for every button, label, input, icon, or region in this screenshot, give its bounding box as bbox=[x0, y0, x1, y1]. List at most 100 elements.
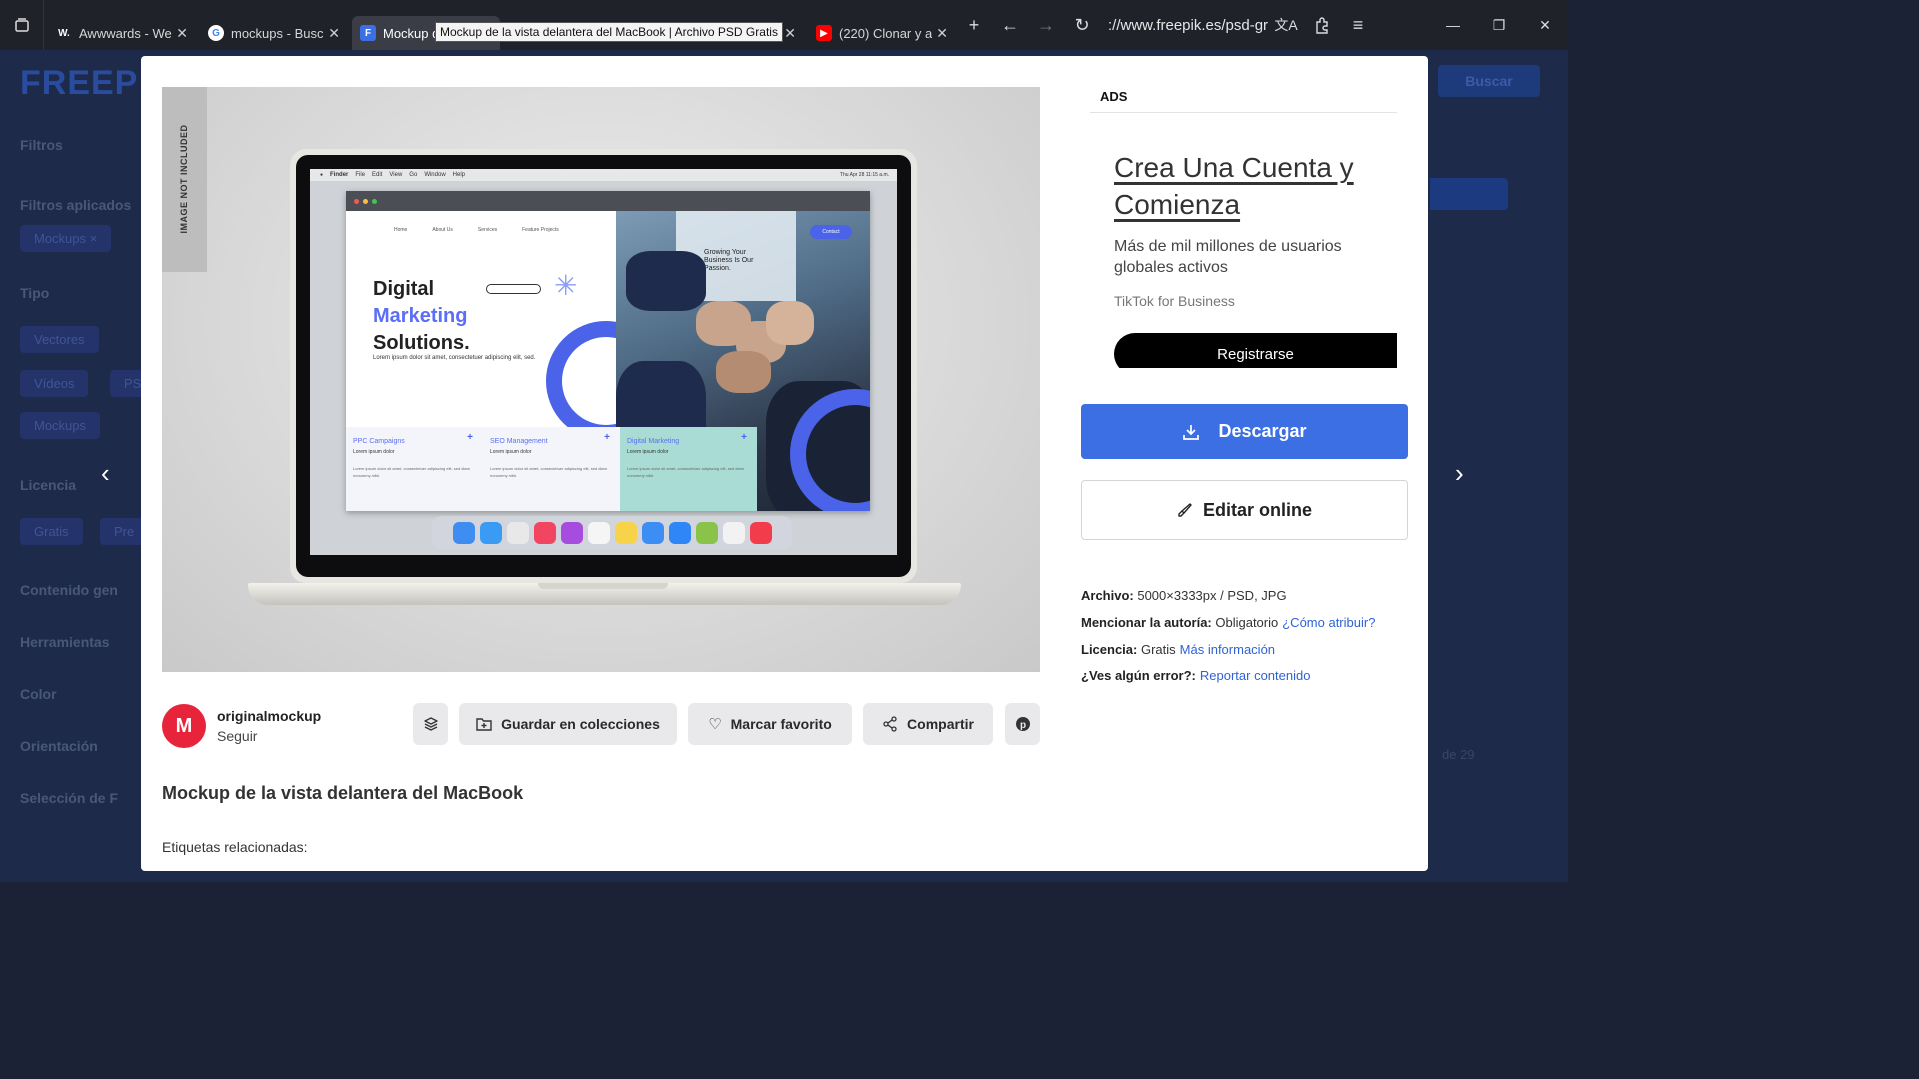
website-nav-item: About Us bbox=[432, 227, 453, 233]
resource-title: Mockup de la vista delantera del MacBook bbox=[162, 783, 524, 803]
author-meta: originalmockup Seguir bbox=[217, 708, 321, 744]
image-not-included-label: IMAGE NOT INCLUDED bbox=[179, 124, 189, 234]
tab-close-icon[interactable]: ✕ bbox=[176, 25, 188, 42]
ad-register-button[interactable]: Registrarse bbox=[1114, 333, 1397, 368]
tab-title: Awwwards - Web bbox=[79, 25, 173, 41]
background-filter-chip: Gratis bbox=[20, 518, 83, 545]
service-card: Digital Marketing Lorem ipsum dolor Lorem … bbox=[620, 427, 757, 511]
tab-title: (220) Clonar y act bbox=[839, 25, 933, 41]
plus-icon: + bbox=[467, 432, 473, 443]
traffic-light-zoom bbox=[372, 198, 377, 204]
service-card-title: SEO Management bbox=[490, 438, 548, 445]
extensions-icon[interactable] bbox=[1304, 0, 1340, 50]
layers-button[interactable] bbox=[413, 703, 448, 745]
address-bar[interactable]: ://www.freepik.es/psd-gra bbox=[1108, 17, 1268, 34]
new-tab-button[interactable]: + bbox=[956, 0, 992, 50]
dock-app-icon bbox=[614, 522, 637, 544]
search-label: Buscar bbox=[1465, 73, 1513, 89]
preview-image: IMAGE NOT INCLUDED ● Finder File Edit View Go… bbox=[162, 87, 1040, 672]
dock-app-icon bbox=[479, 522, 502, 544]
file-info-key: Archivo: bbox=[1081, 588, 1134, 603]
tab-tooltip: Mockup de la vista delantera del MacBook… bbox=[435, 22, 783, 42]
ad-subtitle: Más de mil millones de usuarios globales… bbox=[1114, 238, 1342, 276]
ad-banner[interactable]: Crea Una Cuenta y Comienza Más de mil mi… bbox=[1090, 112, 1397, 368]
browser-menu-icon[interactable]: ≡ bbox=[1340, 0, 1376, 50]
file-info-link[interactable]: Más información bbox=[1180, 642, 1275, 657]
background-filter-chip: Vídeos bbox=[20, 370, 89, 397]
layers-icon bbox=[423, 717, 438, 731]
dock-app-icon bbox=[533, 522, 556, 544]
author-name[interactable]: originalmockup bbox=[217, 708, 321, 724]
restore-button[interactable]: ❐ bbox=[1476, 0, 1522, 50]
author-avatar[interactable]: M bbox=[162, 704, 206, 748]
background-sidebar-item: Licencia bbox=[20, 477, 77, 493]
file-info-link[interactable]: Reportar contenido bbox=[1200, 668, 1311, 683]
file-info-value: 5000×3333px / PSD, JPG bbox=[1133, 588, 1287, 603]
save-to-collection-button[interactable]: Guardar en colecciones bbox=[459, 703, 677, 745]
ad-title[interactable]: Crea Una Cuenta y Comienza bbox=[1114, 149, 1384, 223]
browser-tab[interactable]: ▶ (220) Clonar y act ✕ bbox=[808, 16, 956, 50]
edit-online-button[interactable]: Editar online bbox=[1081, 480, 1408, 540]
browser-tab[interactable]: Gmockups - Buscar✕ bbox=[200, 16, 348, 50]
background-filter-chip: Vectores bbox=[20, 326, 99, 353]
plus-icon: + bbox=[604, 432, 610, 443]
service-card-title: PPC Campaigns bbox=[353, 438, 405, 445]
quote-text: Growing Your Business Is Our Passion. bbox=[704, 249, 754, 272]
fist-shape bbox=[716, 351, 771, 393]
forward-button[interactable]: → bbox=[1028, 0, 1064, 50]
arrow-graphic bbox=[486, 284, 541, 294]
download-label: Descargar bbox=[1218, 421, 1307, 441]
menubar-item: Finder bbox=[330, 172, 349, 178]
next-arrow[interactable]: › bbox=[1455, 458, 1464, 489]
mac-menubar: ● Finder File Edit View Go Window Help Thu Apr 2… bbox=[310, 169, 897, 181]
tab-actions-icon[interactable] bbox=[0, 0, 44, 50]
previous-arrow[interactable]: ‹ bbox=[101, 458, 110, 489]
share-icon bbox=[883, 716, 897, 732]
dock-app-icon bbox=[695, 522, 718, 544]
menubar-item: Help bbox=[452, 172, 465, 178]
folder-plus-icon bbox=[476, 718, 492, 731]
download-button[interactable]: Descargar bbox=[1081, 404, 1408, 459]
favorite-label: Marcar favorito bbox=[730, 716, 832, 732]
file-info-key: Mencionar la autoría: bbox=[1081, 615, 1212, 630]
file-info-row: Licencia: Gratis Más información bbox=[1081, 642, 1275, 657]
tab-favicon-icon: G bbox=[208, 25, 224, 41]
service-card-body: Lorem ipsum dolor sit amet, consectetuer… bbox=[353, 466, 470, 478]
service-card-title: Digital Marketing bbox=[627, 438, 680, 445]
tab-close-icon[interactable]: ✕ bbox=[328, 25, 340, 42]
share-button[interactable]: Compartir bbox=[863, 703, 993, 745]
website-nav-item: Feature Projects bbox=[522, 227, 559, 233]
window-close-button[interactable]: ✕ bbox=[1522, 0, 1568, 50]
ads-label: ADS bbox=[1100, 89, 1128, 104]
minimize-button[interactable]: — bbox=[1430, 0, 1476, 50]
browser-tab[interactable]: W. Awwwards - Web ✕ bbox=[48, 16, 196, 50]
translate-icon[interactable]: 文A bbox=[1268, 0, 1304, 50]
tab-close-icon[interactable]: ✕ bbox=[784, 25, 796, 42]
back-button[interactable]: ← bbox=[992, 0, 1028, 50]
tab-close-icon[interactable]: ✕ bbox=[936, 25, 948, 42]
service-card: PPC Campaigns Lorem ipsum dolor Lorem ipsu… bbox=[346, 427, 483, 511]
background-filter-chip: Mockups × bbox=[20, 225, 112, 252]
reload-button[interactable]: ↻ bbox=[1064, 0, 1100, 50]
modal-close-button[interactable]: ✕ bbox=[1308, 88, 1326, 114]
file-info-link[interactable]: ¿Cómo atribuir? bbox=[1282, 615, 1375, 630]
apple-logo-icon: ● bbox=[320, 172, 324, 178]
heart-icon: ♡ bbox=[708, 716, 722, 733]
file-info-value: Obligatorio bbox=[1211, 615, 1279, 630]
menubar-clock: Thu Apr 28 11:15 a.m. bbox=[839, 172, 889, 178]
camera-notch bbox=[557, 155, 623, 169]
background-filter-chip: Mockups bbox=[20, 412, 101, 439]
window-titlebar bbox=[346, 191, 870, 211]
background-sidebar-item: Selección de F bbox=[20, 790, 119, 806]
related-tags-label: Etiquetas relacionadas: bbox=[162, 839, 308, 855]
edit-online-label: Editar online bbox=[1202, 499, 1312, 520]
pinterest-button[interactable]: p bbox=[1005, 703, 1040, 745]
file-info-row: ¿Ves algún error?: Reportar contenido bbox=[1081, 668, 1310, 683]
background-sidebar-item: Orientación bbox=[20, 738, 98, 754]
ad-brand: TikTok for Business bbox=[1114, 293, 1235, 309]
follow-link[interactable]: Seguir bbox=[217, 728, 321, 744]
laptop-lid: ● Finder File Edit View Go Window Help Thu Apr 2… bbox=[290, 149, 917, 583]
website-nav-item: Services bbox=[477, 227, 498, 233]
favorite-button[interactable]: ♡ Marcar favorito bbox=[688, 703, 852, 745]
website-nav-item: Home bbox=[394, 227, 408, 233]
